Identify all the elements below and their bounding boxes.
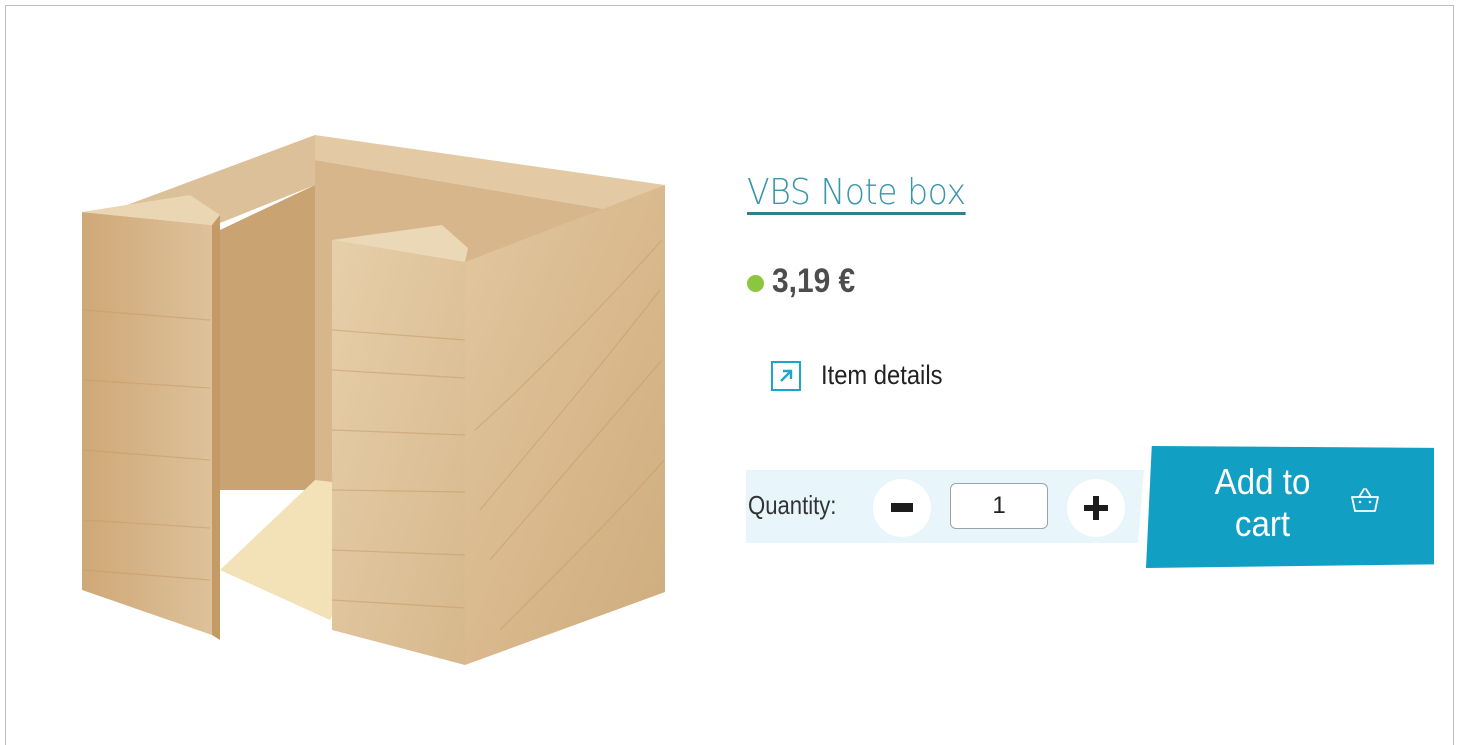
increase-quantity-button[interactable] [1067, 479, 1125, 537]
product-title-link[interactable]: VBS Note box [747, 172, 966, 213]
price-row: 3,19 € [747, 262, 867, 301]
item-details-label: Item details [821, 360, 943, 390]
item-details-link[interactable]: Item details [771, 360, 959, 391]
minus-icon [891, 503, 913, 512]
stock-status-dot [747, 275, 764, 292]
add-to-cart-label: Add to cart [1214, 461, 1311, 544]
basket-icon [1351, 488, 1379, 512]
quantity-input[interactable] [950, 483, 1048, 529]
decrease-quantity-button[interactable] [873, 479, 931, 537]
quantity-label: Quantity: [748, 490, 837, 520]
product-image[interactable] [70, 130, 670, 670]
product-price: 3,19 € [772, 262, 856, 300]
external-arrow-icon [771, 360, 801, 391]
plus-icon [1084, 496, 1108, 520]
